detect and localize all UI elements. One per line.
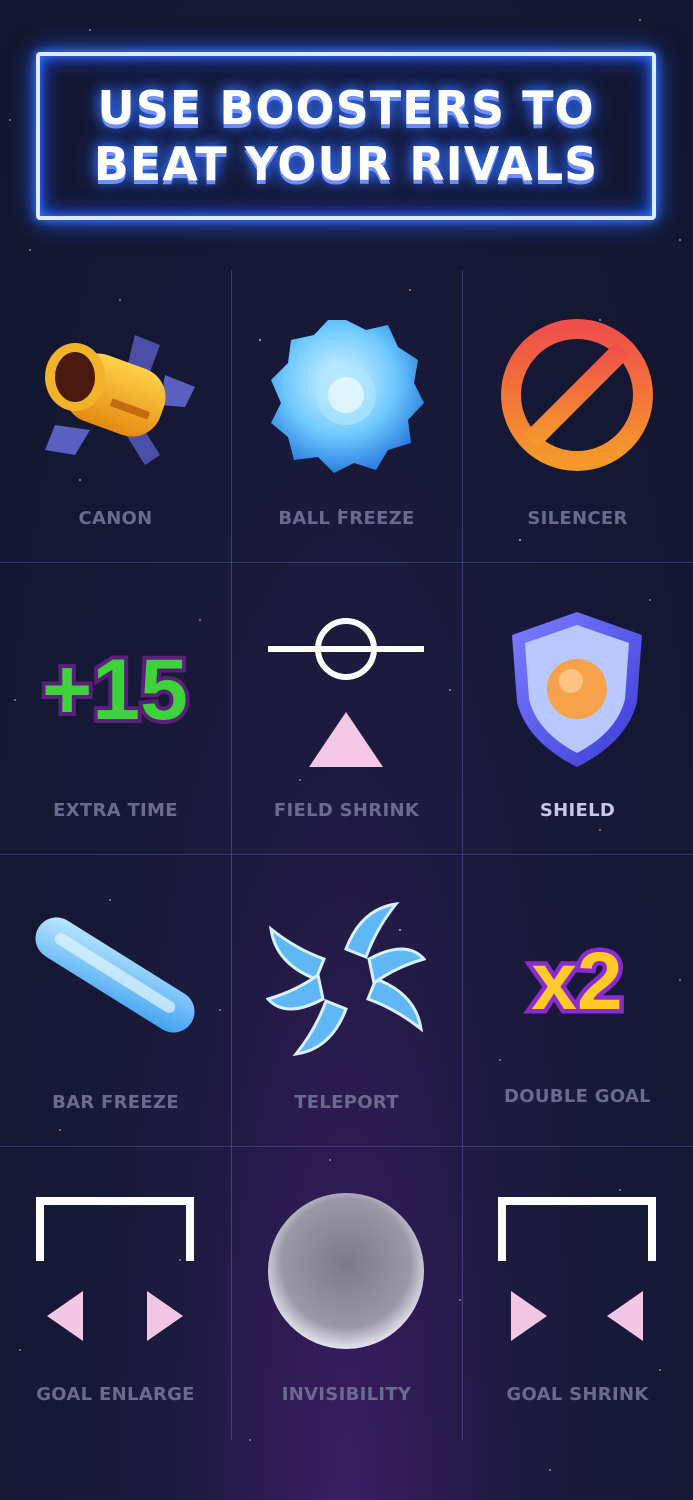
booster-label: EXTRA TIME (53, 800, 178, 821)
times-two-icon: x2 (527, 932, 627, 1032)
portal-swirl-icon (266, 901, 426, 1057)
field-shrink-icon (268, 618, 424, 767)
shield-icon (512, 612, 642, 767)
cannon-icon (45, 335, 195, 465)
invisible-ball-icon (268, 1193, 424, 1349)
goal-shrink-icon (498, 1197, 656, 1341)
plus-fifteen-icon: +15 (38, 638, 192, 742)
prohibited-sign-icon (501, 319, 653, 471)
booster-goal-enlarge[interactable]: GOAL ENLARGE (0, 1146, 231, 1438)
booster-label: FIELD SHRINK (273, 800, 420, 821)
booster-bar-freeze[interactable]: BAR FREEZE (0, 854, 231, 1146)
title-banner: USE BOOSTERS TO BEAT YOUR RIVALS (36, 52, 656, 220)
booster-label: SILENCER (527, 508, 628, 529)
frozen-bar-icon (35, 917, 195, 1033)
booster-canon[interactable]: CANON (0, 270, 231, 562)
booster-label: BAR FREEZE (52, 1092, 179, 1113)
goal-enlarge-icon (36, 1197, 194, 1341)
booster-label: INVISIBILITY (281, 1384, 412, 1405)
booster-label: GOAL ENLARGE (36, 1384, 195, 1405)
booster-silencer[interactable]: SILENCER (462, 270, 693, 562)
frozen-ball-icon (271, 320, 424, 473)
booster-label: GOAL SHRINK (506, 1384, 649, 1405)
booster-label: CANON (78, 508, 153, 529)
extra-time-text: +15 (42, 642, 188, 738)
booster-label: SHIELD (539, 800, 616, 821)
booster-label: DOUBLE GOAL (504, 1086, 651, 1107)
booster-shield[interactable]: SHIELD (462, 562, 693, 854)
booster-label: TELEPORT (294, 1092, 399, 1113)
booster-invisibility[interactable]: INVISIBILITY (231, 1146, 462, 1438)
title-line-1: USE BOOSTERS TO (97, 81, 595, 135)
booster-double-goal[interactable]: x2 DOUBLE GOAL (462, 854, 693, 1146)
booster-field-shrink[interactable]: FIELD SHRINK (231, 562, 462, 854)
booster-ball-freeze[interactable]: BALL FREEZE (231, 270, 462, 562)
booster-extra-time[interactable]: +15 EXTRA TIME (0, 562, 231, 854)
boosters-grid: CANON BALL FREEZE SILENCER +15 EXTRA TIM… (0, 270, 693, 1440)
title-line-2: BEAT YOUR RIVALS (93, 137, 599, 191)
double-goal-text: x2 (531, 936, 622, 1027)
booster-label: BALL FREEZE (278, 508, 415, 529)
booster-goal-shrink[interactable]: GOAL SHRINK (462, 1146, 693, 1438)
booster-teleport[interactable]: TELEPORT (231, 854, 462, 1146)
